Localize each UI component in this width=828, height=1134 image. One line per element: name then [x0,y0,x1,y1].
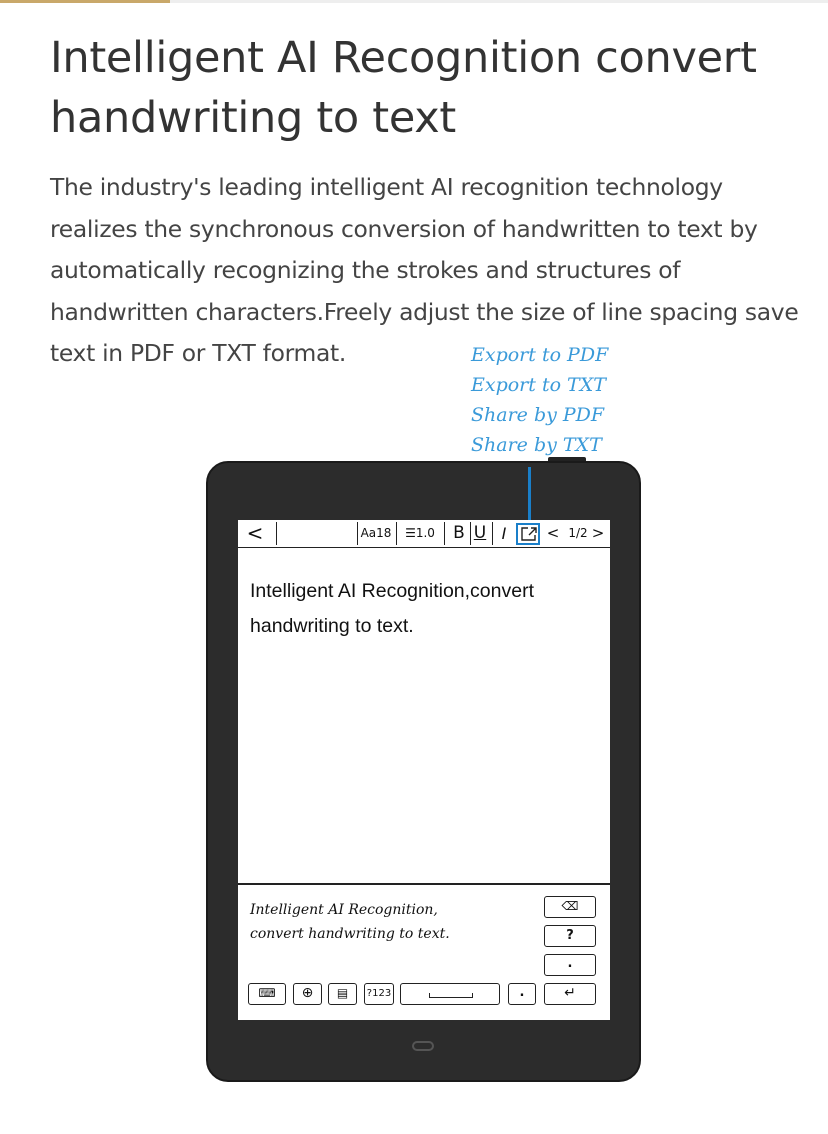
layout-key[interactable]: ▤ [328,983,357,1005]
top-accent-bar [0,0,170,3]
feature-description: The industry's leading intelligent AI re… [50,173,799,367]
page-title: Intelligent AI Recognition convert handw… [50,33,757,143]
toolbar-divider [276,522,277,545]
handwriting-line: Intelligent AI Recognition, [250,902,438,918]
backspace-key[interactable]: ⌫ [544,896,596,918]
export-options-annotation: Export to PDF Export to TXT Share by PDF… [471,340,671,460]
export-txt-option: Export to TXT [471,374,606,396]
export-pointer-line [528,467,531,523]
toolbar-divider [492,522,493,545]
page-indicator: 1/2 [568,526,588,540]
device-screen: < Aa18 ☰1.0 B U I < 1/2 > Intelligent AI… [238,520,610,1020]
bold-button[interactable]: B [450,520,468,547]
home-button [412,1041,434,1051]
period-key[interactable]: . [508,983,536,1005]
editor-toolbar: < Aa18 ☰1.0 B U I < 1/2 > [238,520,610,548]
export-icon [521,527,537,541]
handwriting-pad[interactable]: Intelligent AI Recognition, convert hand… [250,898,540,946]
recognized-text[interactable]: Intelligent AI Recognition,convert handw… [250,574,600,644]
period-key[interactable]: . [544,954,596,976]
underline-button[interactable]: U [471,520,489,547]
italic-button[interactable]: I [497,520,511,547]
share-txt-option: Share by TXT [471,434,602,456]
toolbar-divider [396,522,397,545]
question-key[interactable]: ? [544,925,596,947]
export-pdf-option: Export to PDF [471,344,609,366]
line-spacing-button[interactable]: ☰1.0 [400,520,440,547]
share-button[interactable]: < [544,520,562,547]
next-page-button[interactable]: > [590,520,606,547]
enter-key[interactable]: ↵ [544,983,596,1005]
keyboard-divider [238,883,610,885]
font-size-button[interactable]: Aa18 [358,520,394,547]
space-icon [429,993,473,998]
toolbar-divider [444,522,445,545]
back-button[interactable]: < [244,520,266,547]
globe-key[interactable]: ⊕ [293,983,322,1005]
export-button[interactable] [516,523,540,545]
numbers-key[interactable]: ?123 [364,983,394,1005]
space-key[interactable] [400,983,500,1005]
keyboard-toggle-key[interactable]: ⌨ [248,983,286,1005]
share-pdf-option: Share by PDF [471,404,605,426]
handwriting-line: convert handwriting to text. [250,926,450,942]
